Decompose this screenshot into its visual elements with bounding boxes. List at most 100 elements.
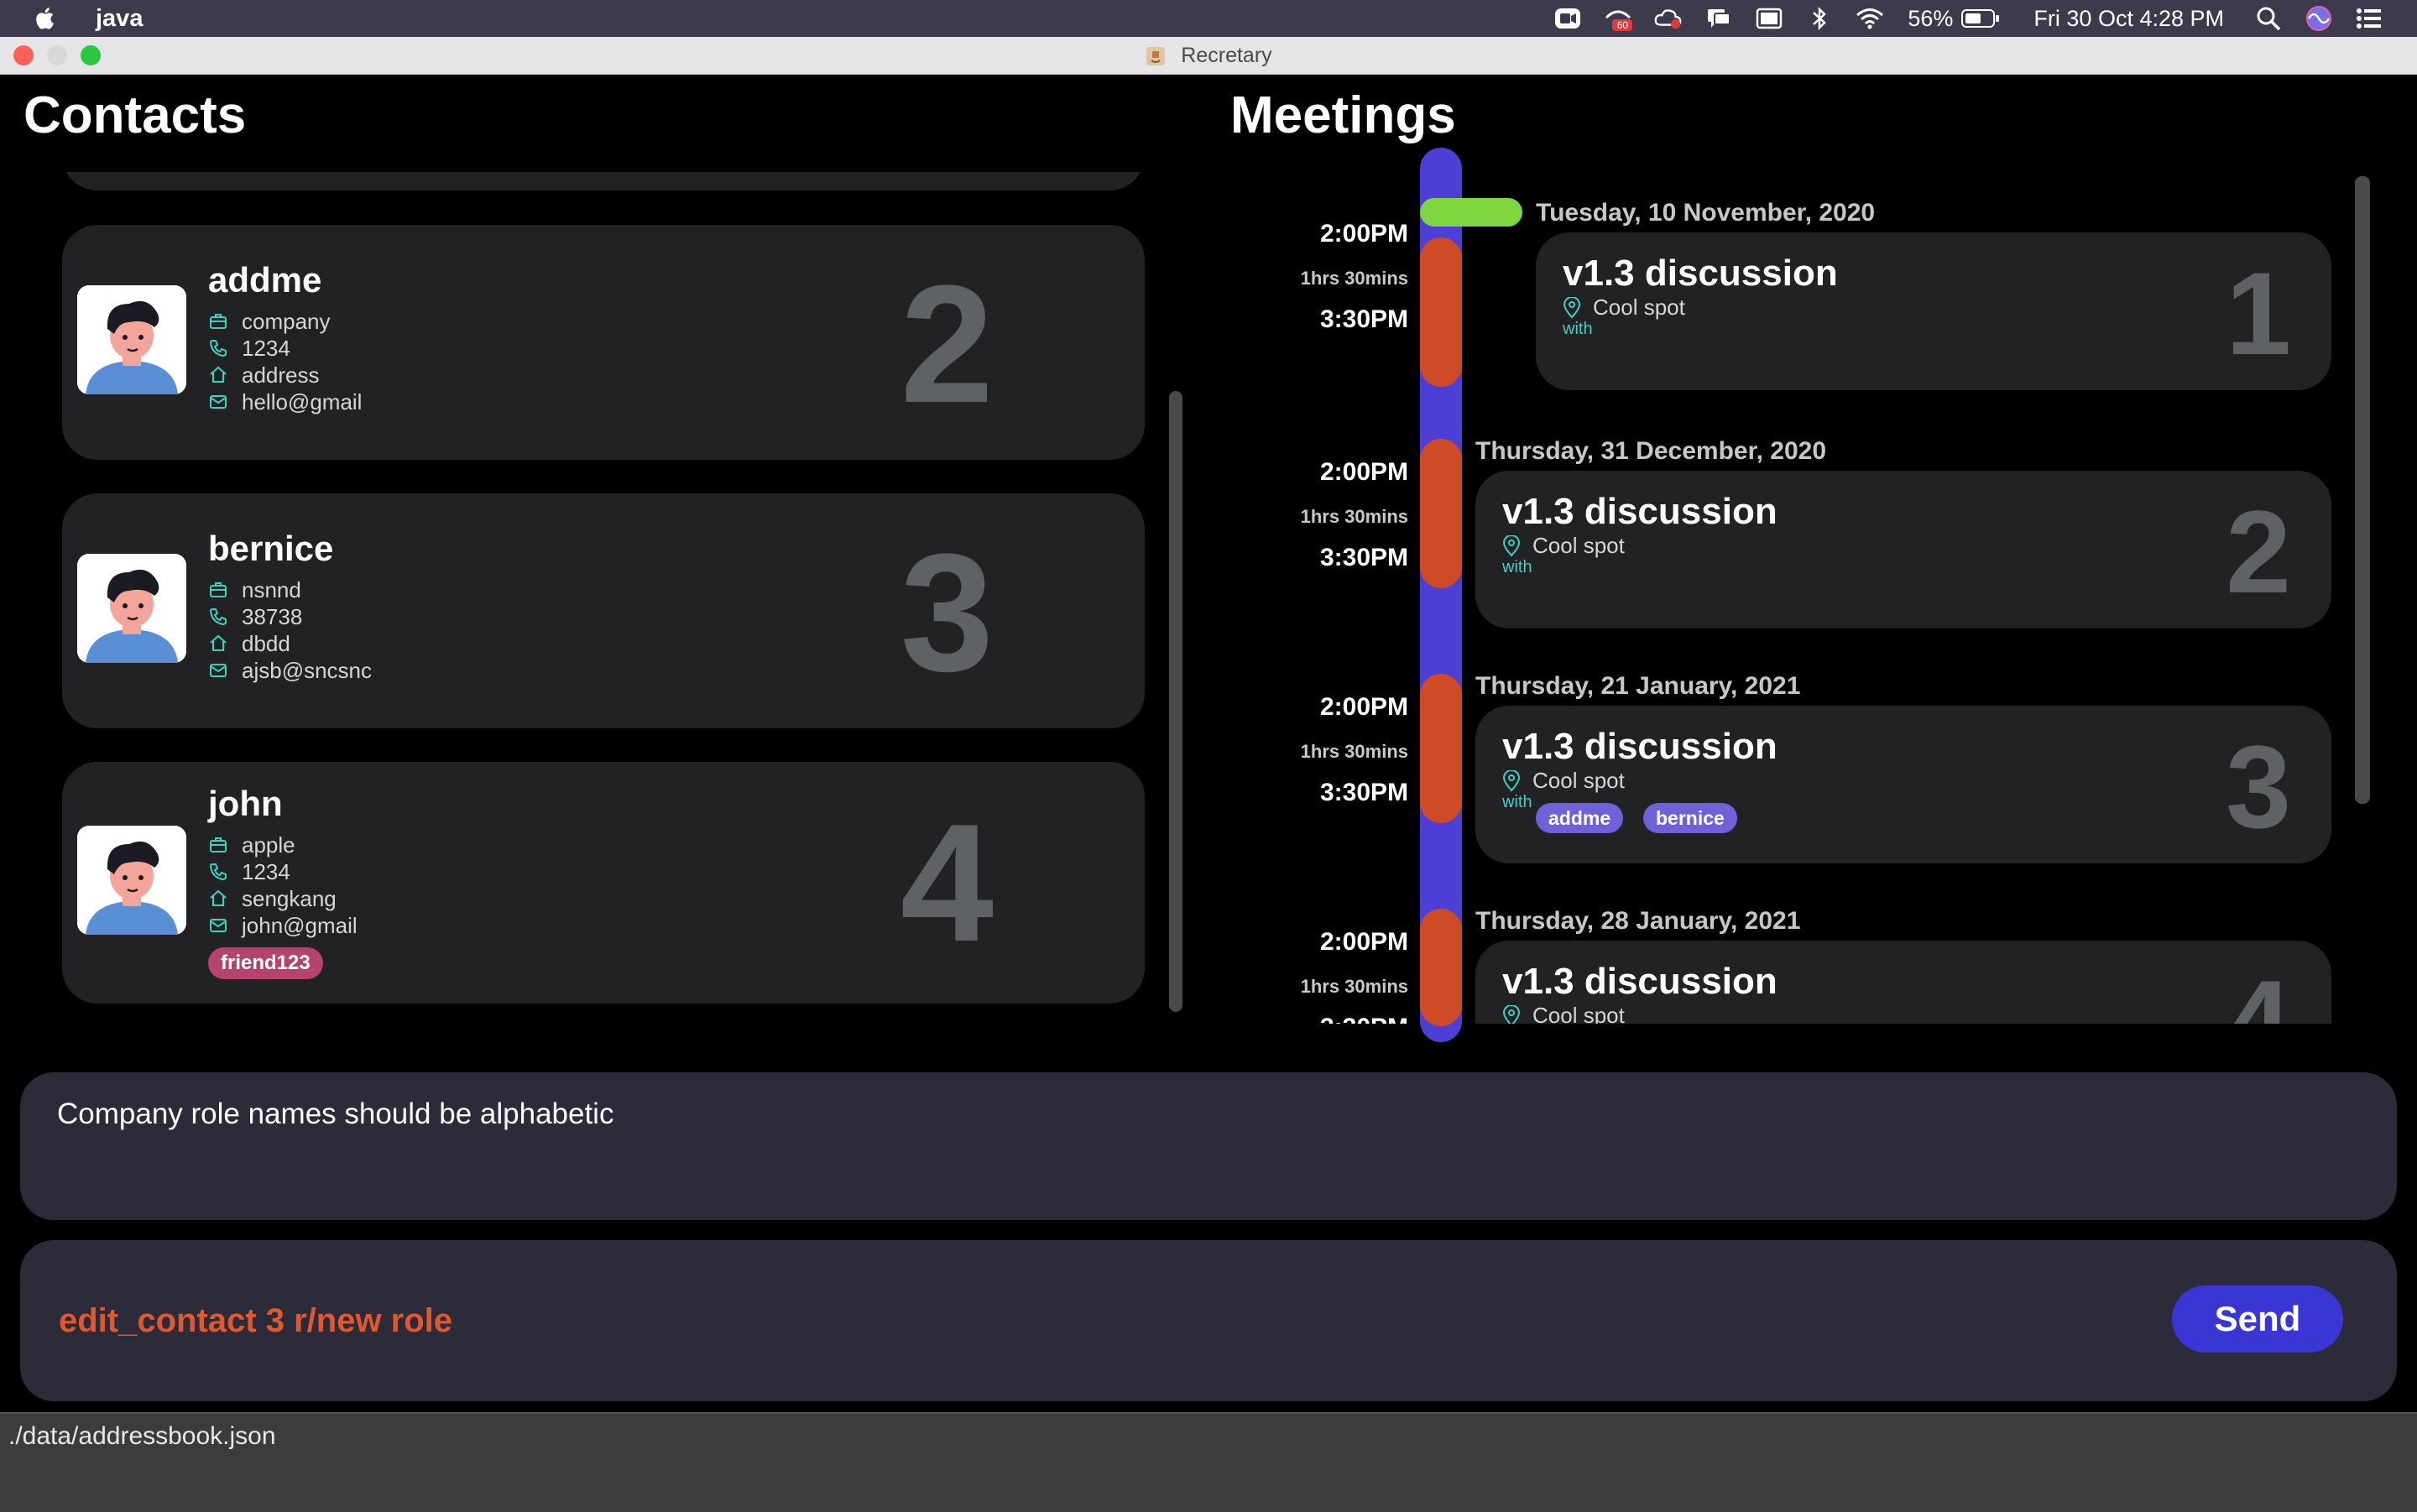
meeting-location-row: Cool spot — [1563, 295, 1685, 321]
briefcase-icon — [210, 837, 227, 852]
meeting-location: Cool spot — [1593, 295, 1685, 320]
contact-card[interactable]: bernice nsnnd 38738 dbdd ajsb@sncsnc 3 — [62, 493, 1145, 728]
contact-phone: 38738 — [242, 603, 303, 629]
contact-email-row: hello@gmail — [208, 388, 362, 415]
meeting-index: 2 — [2226, 486, 2291, 618]
meeting-start-time: 2:00PM — [1319, 928, 1408, 956]
contact-company: apple — [242, 832, 295, 858]
meeting-location: Cool spot — [1532, 768, 1625, 793]
contact-index: 3 — [900, 519, 994, 706]
spotlight-search-icon[interactable] — [2254, 6, 2283, 31]
meeting-index: 1 — [2226, 248, 2291, 379]
command-box: Send — [20, 1240, 2397, 1401]
meeting-with-label: with — [1563, 320, 1593, 338]
meetings-heading: Meetings — [1230, 86, 1456, 144]
command-input[interactable] — [59, 1294, 2073, 1348]
meeting-location-row: Cool spot — [1502, 533, 1625, 559]
phone-icon — [209, 863, 227, 881]
contact-address: address — [242, 362, 320, 388]
siri-icon[interactable] — [2305, 6, 2333, 31]
status-menus: 60 56% Fri 30 Oct 4:28 PM — [1532, 0, 2383, 37]
contacts-scrollbar[interactable] — [1169, 391, 1182, 1012]
notification-icon[interactable] — [1704, 6, 1733, 31]
phone-icon — [209, 340, 227, 357]
meeting-with-label: with — [1502, 793, 1532, 811]
window-title: Recretary — [0, 37, 2417, 74]
menubar-clock[interactable]: Fri 30 Oct 4:28 PM — [2033, 6, 2224, 32]
location-pin-icon — [1563, 296, 1581, 318]
avatar-illustration-icon — [77, 826, 186, 935]
meeting-card[interactable]: v1.3 discussion Cool spot with 2 — [1475, 471, 2331, 628]
meeting-location: Cool spot — [1532, 1003, 1625, 1024]
menubar: java 60 56% Fri 30 Oct 4:28 PM — [0, 0, 2417, 37]
meeting-date: Thursday, 31 December, 2020 — [1475, 437, 1827, 465]
briefcase-icon — [210, 582, 227, 597]
bluetooth-icon[interactable] — [1805, 6, 1834, 31]
mail-icon — [210, 395, 227, 409]
contact-card[interactable]: addme company 1234 address hello@gmail 2 — [62, 225, 1145, 460]
contact-index: 4 — [900, 790, 994, 977]
avatar-illustration-icon — [77, 554, 186, 663]
meeting-location-row: Cool spot — [1502, 768, 1625, 794]
contacts-list[interactable]: addme company 1234 address hello@gmail 2… — [0, 172, 1192, 1015]
phone-icon — [209, 608, 227, 626]
location-pin-icon — [1502, 1004, 1521, 1024]
meetings-scrollbar[interactable] — [2355, 176, 2370, 804]
storage-path: ./data/addressbook.json — [8, 1422, 276, 1450]
contact-card[interactable]: john apple 1234 sengkang john@gmail frie… — [62, 762, 1145, 1004]
avatar — [77, 554, 186, 663]
contact-company: nsnnd — [242, 576, 301, 602]
participant-tag: addme — [1536, 803, 1624, 833]
control-center-icon[interactable] — [2355, 6, 2383, 31]
send-button[interactable]: Send — [2172, 1285, 2343, 1353]
contact-index: 2 — [900, 251, 994, 438]
badge-count: 60 — [1616, 19, 1629, 31]
contact-phone-row: 1234 — [208, 335, 290, 362]
briefcase-icon — [210, 314, 227, 329]
home-icon — [210, 889, 227, 906]
display-icon[interactable] — [1755, 6, 1783, 31]
contact-address-row: dbdd — [208, 630, 290, 657]
meeting-index: 3 — [2226, 721, 2291, 852]
meetings-list[interactable]: 2:00PM 1hrs 30mins 3:30PM Tuesday, 10 No… — [1225, 147, 2367, 1024]
home-icon — [210, 366, 227, 383]
contact-address: dbdd — [242, 630, 290, 656]
result-display: Company role names should be alphabetic — [20, 1072, 2397, 1220]
window-title-text: Recretary — [1181, 44, 1272, 67]
contact-tag: friend123 — [208, 947, 323, 979]
window-titlebar: Recretary — [0, 37, 2417, 75]
avatar-illustration-icon — [77, 285, 186, 394]
meeting-card[interactable]: v1.3 discussion Cool spot with 1 — [1536, 232, 2331, 390]
contact-phone-row: 38738 — [208, 603, 302, 630]
zoom-icon[interactable] — [1553, 6, 1582, 31]
meeting-location-row: Cool spot — [1502, 1003, 1625, 1024]
contact-email: ajsb@sncsnc — [242, 657, 373, 683]
active-app-name[interactable]: java — [96, 5, 143, 33]
contact-phone: 1234 — [242, 858, 290, 884]
contact-email-row: john@gmail — [208, 912, 358, 939]
contact-phone-row: 1234 — [208, 858, 290, 885]
participant-tag: bernice — [1643, 803, 1737, 833]
battery-icon[interactable] — [1961, 6, 2000, 31]
meeting-end-time: 3:30PM — [1266, 1014, 1408, 1024]
contact-name: bernice — [208, 529, 334, 568]
contact-email: hello@gmail — [242, 388, 363, 414]
contact-name: addme — [208, 260, 322, 300]
meeting-date: Thursday, 28 January, 2021 — [1475, 907, 1801, 935]
cloud-sync-icon[interactable] — [1654, 6, 1683, 31]
apple-logo-icon[interactable] — [34, 6, 59, 31]
meeting-card[interactable]: v1.3 discussion Cool spot 4 — [1475, 941, 2331, 1024]
speed-badge-icon[interactable]: 60 — [1604, 6, 1633, 31]
contact-company-row: nsnnd — [208, 576, 301, 603]
mail-icon — [210, 664, 227, 677]
avatar — [77, 826, 186, 935]
wifi-icon[interactable] — [1856, 6, 1884, 31]
contact-card-partial[interactable] — [62, 172, 1145, 190]
meeting-title: v1.3 discussion — [1563, 253, 1838, 294]
meeting-with-label: with — [1502, 558, 1532, 576]
meeting-date: Tuesday, 10 November, 2020 — [1536, 199, 1876, 227]
battery-percent: 56% — [1908, 5, 1954, 31]
meeting-card[interactable]: v1.3 discussion Cool spot with addme ber… — [1475, 706, 2331, 863]
meeting-index: 4 — [2226, 956, 2291, 1024]
contact-name: john — [208, 784, 283, 823]
